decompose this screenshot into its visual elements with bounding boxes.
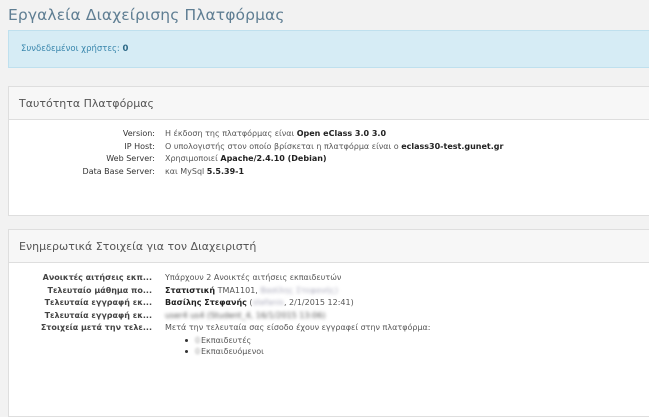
version-label: Version: [122, 129, 155, 138]
last-teacher-link[interactable]: Βασίλης Στεφανής [165, 298, 247, 307]
page-title: Εργαλεία Διαχείρισης Πλατφόρμας [8, 6, 285, 24]
since-last-login-value: Μετά την τελευταία σας είσοδο έχουν εγγρ… [165, 323, 431, 332]
bullet-icon [185, 338, 188, 342]
admin-info-heading: Ενημερωτικά Στοιχεία για τον Διαχειριστή [9, 230, 649, 263]
last-teacher-value: Βασίλης Στεφανής (stefanis, 2/1/2015 12:… [165, 298, 354, 307]
last-course-value: Στατιστική TMA1101, Βασίλης Στεφανής) [165, 285, 339, 295]
since-last-login-label: Στοιχεία μετά την τελε... [40, 323, 152, 332]
version-row: Version: Η έκδοση της πλατφόρμας είναι O… [9, 128, 649, 141]
online-users-label: Συνδεδεμένοι χρήστες: [21, 44, 120, 54]
ip-host-value: Ο υπολογιστής στον οποίο βρίσκεται η πλα… [165, 141, 504, 151]
db-server-value: και MySql 5.5.39-1 [165, 166, 245, 176]
open-requests-label: Ανοικτές αιτήσεις εκπ... [42, 273, 152, 282]
last-student-label: Τελευταία εγγραφή εκ... [44, 310, 152, 320]
last-course-label: Τελευταίο μάθημα πο... [47, 285, 152, 295]
web-server-row: Web Server: Χρησιμοποιεί Apache/2.4.10 (… [9, 153, 649, 166]
last-teacher-label: Τελευταία εγγραφή εκ... [44, 298, 152, 307]
online-users-alert: Συνδεδεμένοι χρήστες: 0 [8, 30, 649, 68]
web-server-value: Χρησιμοποιεί Apache/2.4.10 (Debian) [165, 154, 327, 163]
last-student-row: Τελευταία εγγραφή εκ... user4 us4 (Stude… [9, 310, 649, 323]
last-course-row: Τελευταίο μάθημα πο... Στατιστική TMA110… [9, 285, 649, 298]
new-students-count: 0 [195, 346, 201, 356]
open-requests-row: Ανοικτές αιτήσεις εκπ... Υπάρχουν 2 Ανοι… [9, 272, 649, 285]
db-server-row: Data Base Server: και MySql 5.5.39-1 [9, 166, 649, 179]
db-server-label: Data Base Server: [82, 166, 155, 176]
platform-identity-panel: Ταυτότητα Πλατφόρμας Version: Η έκδοση τ… [8, 86, 649, 216]
platform-identity-heading: Ταυτότητα Πλατφόρμας [9, 87, 649, 120]
new-teachers-item: 0 Εκπαιδευτές [9, 335, 649, 346]
new-teachers-count: 0 [195, 335, 201, 345]
open-requests-value[interactable]: Υπάρχουν 2 Ανοικτές αιτήσεις εκπαιδευτών [165, 272, 341, 284]
last-course-link[interactable]: Στατιστική [165, 286, 215, 295]
web-server-label: Web Server: [106, 154, 155, 163]
since-last-login-row: Στοιχεία μετά την τελε... Μετά την τελευ… [9, 322, 649, 335]
ip-host-label: IP Host: [124, 141, 155, 151]
version-value: Η έκδοση της πλατφόρμας είναι Open eClas… [165, 129, 387, 138]
online-users-count: 0 [122, 44, 129, 54]
admin-info-panel: Ενημερωτικά Στοιχεία για τον Διαχειριστή… [8, 229, 649, 417]
bullet-icon [185, 349, 188, 353]
last-student-value: user4 us4 (Student_4, 16/1/2015 13:06) [165, 310, 326, 320]
new-students-label: Εκπαιδευόμενοι [201, 346, 264, 356]
new-teachers-label: Εκπαιδευτές [201, 335, 252, 345]
new-students-item: 0 Εκπαιδευόμενοι [9, 346, 649, 357]
last-teacher-row: Τελευταία εγγραφή εκ... Βασίλης Στεφανής… [9, 297, 649, 310]
ip-host-row: IP Host: Ο υπολογιστής στον οποίο βρίσκε… [9, 141, 649, 154]
